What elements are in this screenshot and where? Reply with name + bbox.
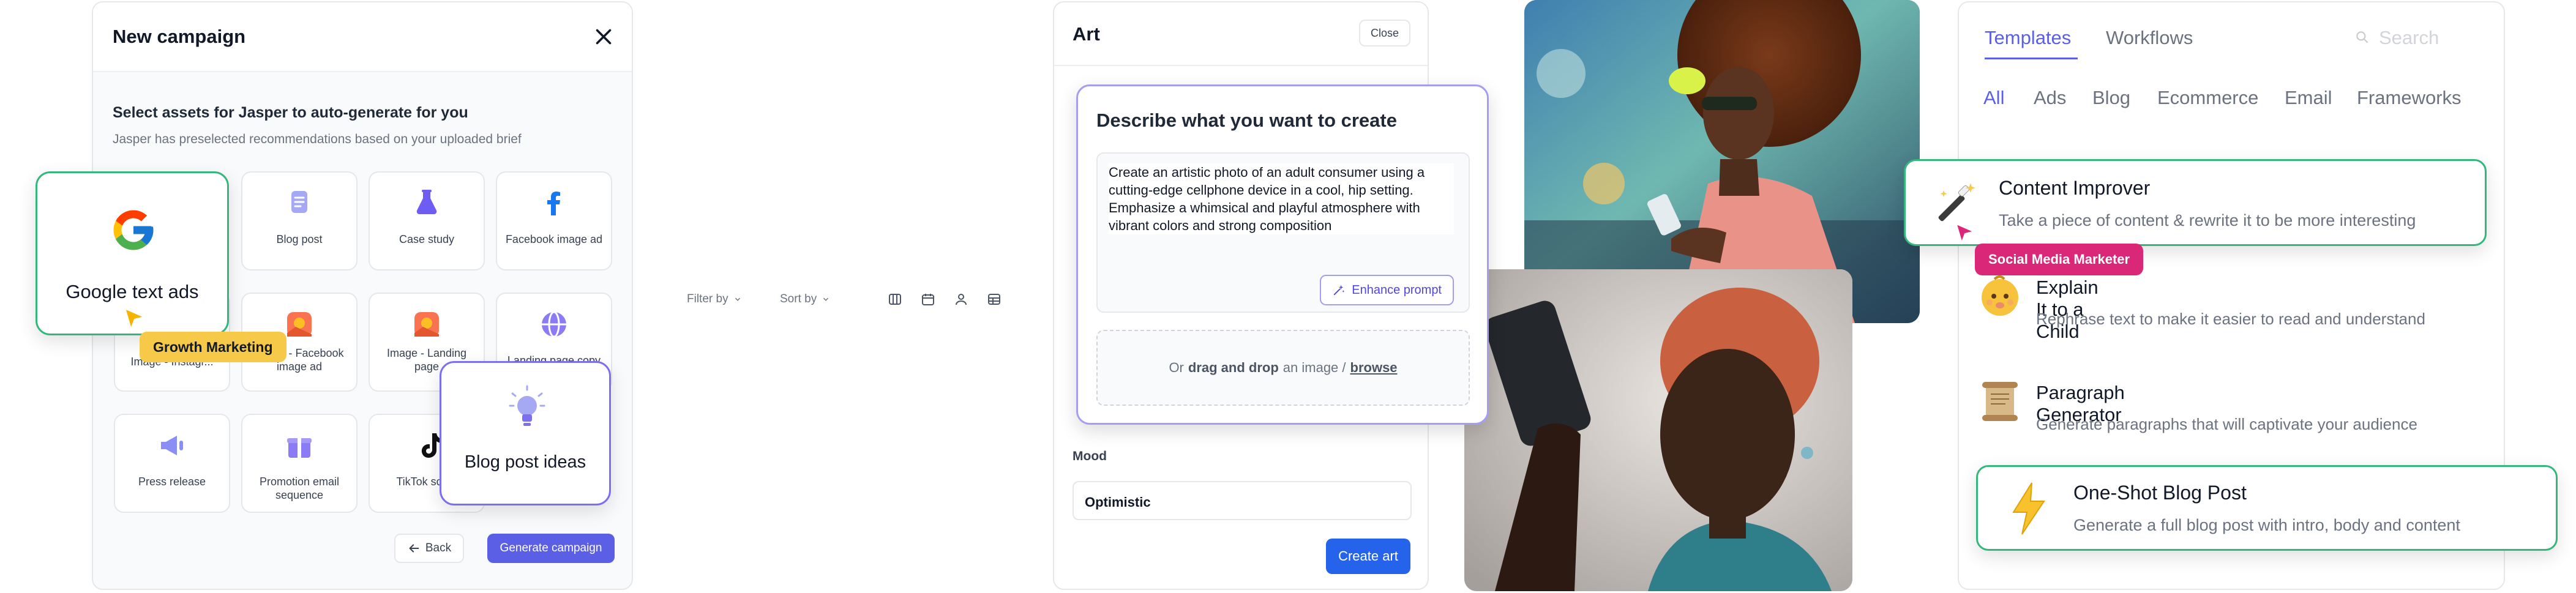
template-description: Rephrase text to make it easier to read … <box>2036 310 2425 328</box>
mood-select[interactable]: Optimistic <box>1073 481 1412 520</box>
prompt-textarea[interactable]: Create an artistic photo of an adult con… <box>1109 163 1454 234</box>
assets-heading: Select assets for Jasper to auto-generat… <box>113 104 468 121</box>
close-button[interactable]: Close <box>1359 20 1410 47</box>
describe-card: Describe what you want to create Create … <box>1076 84 1489 425</box>
social-media-marketer-tag: Social Media Marketer <box>1975 244 2144 275</box>
sort-by-dropdown[interactable]: Sort by <box>780 293 830 306</box>
asset-label: Case study <box>399 233 455 245</box>
template-title: One-Shot Blog Post <box>2073 482 2247 504</box>
category-email[interactable]: Email <box>2285 87 2332 109</box>
mood-label: Mood <box>1073 449 1107 463</box>
browse-link[interactable]: browse <box>1350 360 1398 376</box>
tab-workflows[interactable]: Workflows <box>2106 27 2193 49</box>
close-icon[interactable] <box>593 26 615 48</box>
template-one-shot-blog-post[interactable]: One-Shot Blog Post Generate a full blog … <box>1976 465 2558 551</box>
chevron-down-icon <box>823 297 829 301</box>
megaphone-icon <box>161 436 183 455</box>
cursor-icon <box>124 307 147 332</box>
sort-label: Sort by <box>780 293 817 305</box>
back-label: Back <box>425 542 452 554</box>
dialog-title: New campaign <box>113 26 246 47</box>
facebook-icon <box>547 192 560 215</box>
create-art-button[interactable]: Create art <box>1326 539 1410 574</box>
search-input[interactable]: Search <box>2379 27 2439 49</box>
filter-by-dropdown[interactable]: Filter by <box>687 293 742 306</box>
user-icon[interactable] <box>954 292 968 307</box>
document-icon <box>291 191 307 213</box>
search-icon <box>2356 31 2368 43</box>
chevron-down-icon <box>735 297 740 301</box>
drop-text: Or <box>1169 360 1184 375</box>
blog-post-ideas-card[interactable]: Blog post ideas <box>440 361 611 505</box>
category-ads[interactable]: Ads <box>2034 87 2066 109</box>
scroll-icon <box>1982 382 2018 421</box>
table-icon[interactable] <box>987 292 1002 307</box>
columns-icon[interactable] <box>888 292 902 307</box>
growth-marketing-tag: Growth Marketing <box>140 332 286 362</box>
category-ecommerce[interactable]: Ecommerce <box>2157 87 2258 109</box>
template-title: Content Improver <box>1999 177 2151 199</box>
lightning-icon <box>2012 482 2045 535</box>
template-content-improver[interactable]: Content Improver Take a piece of content… <box>1904 159 2487 246</box>
generated-photo-2 <box>1464 269 1852 591</box>
back-button[interactable]: Back <box>394 534 464 563</box>
art-title: Art <box>1073 23 1100 45</box>
template-description: Generate a full blog post with intro, bo… <box>2073 516 2460 534</box>
asset-press-release[interactable]: Press release <box>114 414 230 513</box>
active-tab-indicator <box>1985 58 2078 59</box>
drop-text-bold: drag and drop <box>1188 360 1279 375</box>
divider <box>1054 65 1428 66</box>
asset-blog-post[interactable]: Blog post <box>241 171 358 270</box>
dialog-header: New campaign <box>93 2 632 72</box>
image-drop-zone[interactable]: Or drag and drop an image / browse <box>1096 330 1470 406</box>
sparkle-wand-icon <box>1333 285 1345 296</box>
asset-label: Facebook image ad <box>505 233 603 245</box>
blog-post-ideas-label: Blog post ideas <box>464 452 586 472</box>
category-all[interactable]: All <box>1983 87 2004 109</box>
filter-label: Filter by <box>687 293 728 305</box>
enhance-prompt-button[interactable]: Enhance prompt <box>1320 275 1454 305</box>
gift-icon <box>287 438 312 458</box>
calendar-icon[interactable] <box>921 292 935 307</box>
google-text-ads-label: Google text ads <box>66 281 199 302</box>
category-frameworks[interactable]: Frameworks <box>2357 87 2462 109</box>
globe-icon <box>542 311 566 338</box>
image-icon <box>414 312 439 337</box>
google-icon <box>113 210 154 250</box>
asset-promotion-email-sequence[interactable]: Promotion email sequence <box>241 414 358 513</box>
describe-title: Describe what you want to create <box>1096 110 1397 131</box>
flask-icon <box>416 190 437 214</box>
generate-campaign-button[interactable]: Generate campaign <box>487 534 615 563</box>
template-description: Take a piece of content & rewrite it to … <box>1999 211 2416 229</box>
asset-label: Promotion email sequence <box>259 476 340 501</box>
assets-hint: Jasper has preselected recommendations b… <box>113 132 522 146</box>
tab-templates[interactable]: Templates <box>1985 27 2071 49</box>
baby-face-icon <box>1982 275 2018 316</box>
lightbulb-icon <box>509 385 545 426</box>
template-description: Generate paragraphs that will captivate … <box>2036 415 2417 433</box>
asset-case-study[interactable]: Case study <box>369 171 485 270</box>
enhance-prompt-label: Enhance prompt <box>1352 283 1442 297</box>
asset-facebook-image-ad[interactable]: Facebook image ad <box>496 171 612 270</box>
cursor-icon <box>1955 222 1976 245</box>
prompt-box: Create an artistic photo of an adult con… <box>1096 152 1470 313</box>
arrow-left-icon <box>409 544 419 553</box>
category-blog[interactable]: Blog <box>2092 87 2130 109</box>
asset-label: Blog post <box>276 233 323 245</box>
image-icon <box>287 312 312 337</box>
drop-text: an image / <box>1282 360 1346 375</box>
asset-label: Press release <box>138 476 206 488</box>
